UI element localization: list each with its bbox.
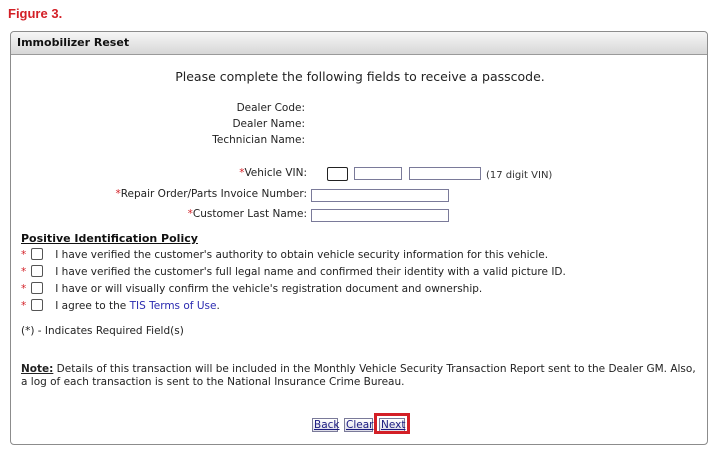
policy-checkbox-4[interactable] xyxy=(31,299,44,311)
policy-checkbox-1[interactable] xyxy=(31,248,44,260)
vin-input-part1[interactable] xyxy=(327,167,348,181)
required-marker: * xyxy=(21,300,27,312)
note-label: Note: xyxy=(21,363,54,375)
vin-input-part3[interactable] xyxy=(409,167,481,180)
panel-title: Immobilizer Reset xyxy=(17,36,130,49)
next-button-highlight xyxy=(374,413,410,434)
back-button[interactable]: Back xyxy=(312,418,340,432)
vin-input-part2[interactable] xyxy=(354,167,402,180)
policy-item: * I agree to the TIS Terms of Use. xyxy=(21,299,220,312)
policy-checkbox-2[interactable] xyxy=(31,265,44,277)
repair-order-input[interactable] xyxy=(311,189,449,202)
required-marker: * xyxy=(21,266,27,278)
dealer-code-label: Dealer Code: xyxy=(236,102,305,114)
required-marker: * xyxy=(21,283,27,295)
policy-item: * I have or will visually confirm the veh… xyxy=(21,282,483,295)
vin-hint: (17 digit VIN) xyxy=(486,170,553,181)
note-text: Note: Details of this transaction will b… xyxy=(21,363,696,388)
policy-item: * I have verified the customer's full leg… xyxy=(21,265,566,278)
technician-name-label: Technician Name: xyxy=(212,134,305,146)
required-marker: * xyxy=(21,249,27,261)
policy-item: * I have verified the customer's authorit… xyxy=(21,248,549,261)
tis-terms-link[interactable]: TIS Terms of Use xyxy=(130,300,217,312)
dealer-name-label: Dealer Name: xyxy=(232,118,305,130)
immobilizer-reset-panel: Immobilizer Reset Please complete the fo… xyxy=(10,31,708,445)
required-legend: (*) - Indicates Required Field(s) xyxy=(21,325,184,337)
policy-title: Positive Identification Policy xyxy=(21,232,198,245)
vehicle-vin-label: *Vehicle VIN: xyxy=(239,167,307,179)
policy-checkbox-3[interactable] xyxy=(31,282,44,294)
repair-order-label: *Repair Order/Parts Invoice Number: xyxy=(115,188,307,200)
intro-text: Please complete the following fields to … xyxy=(175,69,545,84)
figure-label: Figure 3. xyxy=(8,6,63,21)
panel-header: Immobilizer Reset xyxy=(11,32,707,55)
customer-last-name-label: *Customer Last Name: xyxy=(187,208,307,220)
customer-last-name-input[interactable] xyxy=(311,209,449,222)
clear-button[interactable]: Clear xyxy=(344,418,373,432)
